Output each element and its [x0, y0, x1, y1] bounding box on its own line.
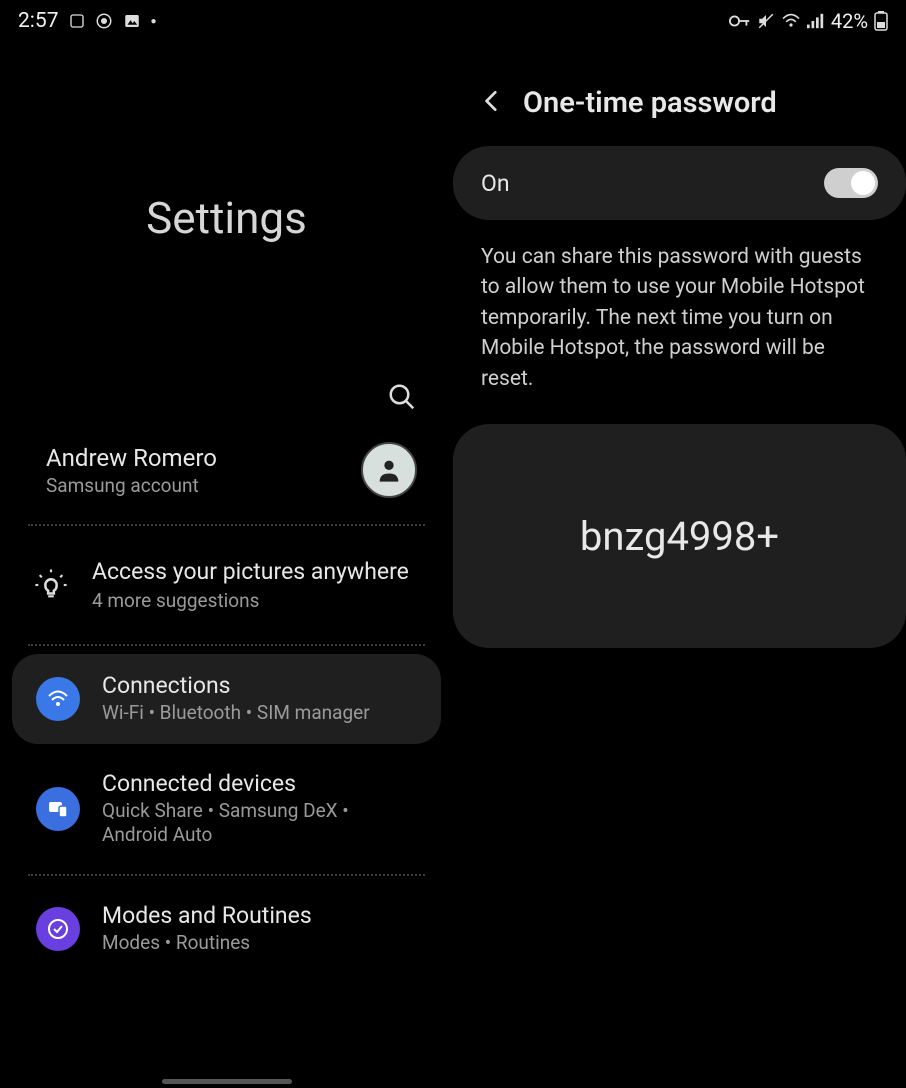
- item-title: Modes and Routines: [102, 902, 312, 929]
- devices-icon: [36, 787, 80, 831]
- suggestion-sub: 4 more suggestions: [92, 589, 409, 612]
- item-modes-routines[interactable]: Modes and Routines Modes • Routines: [12, 884, 441, 974]
- suggestion-row[interactable]: Access your pictures anywhere 4 more sug…: [0, 526, 453, 644]
- signal-icon: [807, 13, 825, 29]
- password-card[interactable]: bnzg4998+: [453, 424, 906, 648]
- account-sub: Samsung account: [46, 474, 217, 497]
- back-icon[interactable]: [479, 88, 505, 118]
- picture-icon: [123, 12, 141, 30]
- status-bar: 2:57 ● 42%: [0, 0, 906, 42]
- avatar[interactable]: [361, 442, 417, 498]
- item-title: Connections: [102, 672, 370, 699]
- wifi-icon: [781, 13, 801, 29]
- toggle-card[interactable]: On: [453, 146, 906, 220]
- settings-pane: Settings Andrew Romero Samsung account A…: [0, 42, 453, 1088]
- detail-title: One-time password: [523, 86, 777, 120]
- wifi-icon: [36, 677, 80, 721]
- item-sub: Wi-Fi • Bluetooth • SIM manager: [102, 701, 370, 726]
- toggle-switch[interactable]: [824, 168, 878, 198]
- toggle-knob: [851, 171, 875, 195]
- check-circle-icon: [36, 907, 80, 951]
- toggle-label: On: [481, 170, 510, 197]
- item-connections[interactable]: Connections Wi-Fi • Bluetooth • SIM mana…: [12, 654, 441, 744]
- ups-icon: [69, 13, 85, 29]
- key-icon: [729, 14, 751, 28]
- divider: [28, 874, 425, 876]
- battery-percent: 42%: [831, 9, 868, 33]
- record-icon: [95, 12, 113, 30]
- lightbulb-icon: [32, 568, 70, 602]
- item-sub: Modes • Routines: [102, 931, 312, 956]
- dot-icon: ●: [151, 16, 157, 27]
- account-row[interactable]: Andrew Romero Samsung account: [0, 416, 453, 524]
- page-title: Settings: [0, 192, 453, 244]
- home-indicator[interactable]: [162, 1079, 292, 1084]
- password-value: bnzg4998+: [580, 513, 779, 560]
- suggestion-title: Access your pictures anywhere: [92, 558, 409, 585]
- mute-icon: [757, 12, 775, 30]
- divider: [28, 644, 425, 646]
- status-time: 2:57: [18, 9, 59, 33]
- description-text: You can share this password with guests …: [453, 220, 906, 424]
- item-connected-devices[interactable]: Connected devices Quick Share • Samsung …: [12, 752, 441, 866]
- account-name: Andrew Romero: [46, 444, 217, 472]
- search-icon[interactable]: [387, 382, 417, 416]
- item-sub: Quick Share • Samsung DeX • Android Auto: [102, 799, 417, 848]
- detail-pane: One-time password On You can share this …: [453, 42, 906, 1088]
- item-title: Connected devices: [102, 770, 417, 797]
- battery-icon: [874, 11, 888, 31]
